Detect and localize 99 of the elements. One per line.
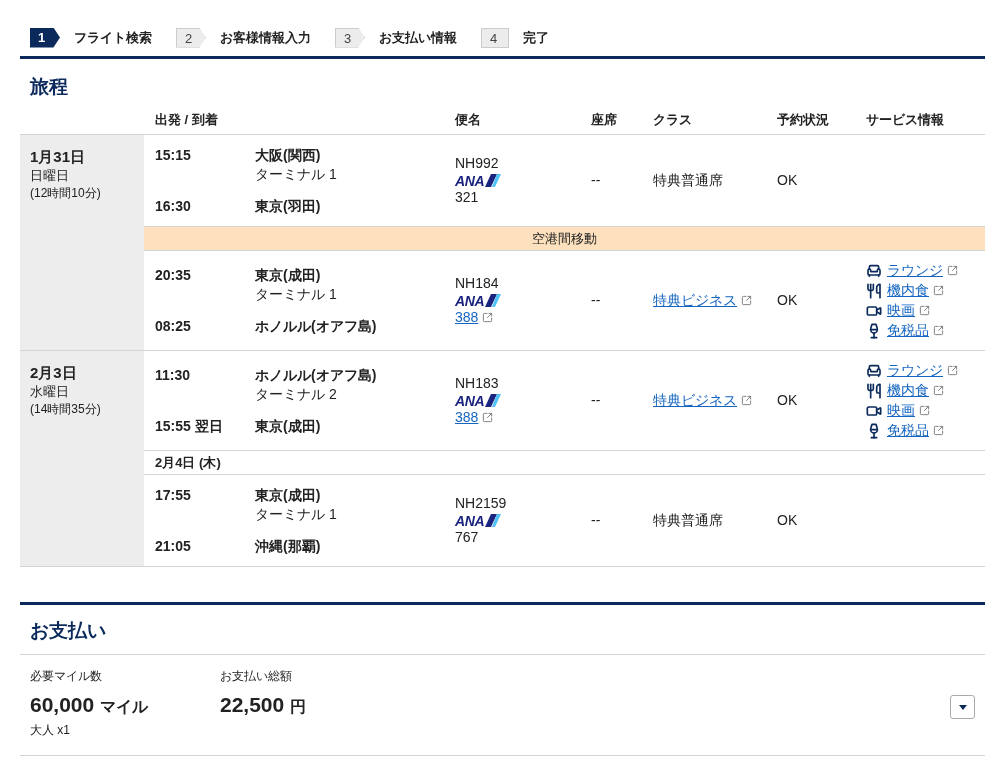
utensils-icon (866, 382, 882, 399)
aircraft-link[interactable]: 388 (455, 408, 479, 427)
arrival-airport: 東京(羽田) (255, 196, 322, 216)
fare-class-link[interactable]: 特典ビジネス (653, 391, 737, 410)
column-header: 座席 (591, 110, 618, 129)
step-number: 3 (335, 27, 365, 48)
column-header: 出発 / 到着 (155, 110, 219, 129)
service-link[interactable]: 免税品 (887, 321, 929, 340)
date: 2月3日 (30, 363, 78, 383)
departure-time: 15:15 (155, 145, 192, 165)
departure-airport: 東京(成田) (255, 485, 322, 505)
flight-number: NH2159 (455, 494, 508, 513)
step-number: 4 (481, 27, 509, 48)
step-label: フライト検索 (74, 28, 152, 47)
seat-value: -- (591, 511, 602, 530)
service-link[interactable]: 機内食 (887, 381, 929, 400)
step-label: お支払い情報 (379, 28, 457, 47)
departure-time: 11:30 (155, 365, 192, 385)
aircraft-link[interactable]: 388 (455, 308, 479, 327)
departure-airport: 大阪(関西) (255, 145, 322, 165)
fare-class: 特典普通席 (653, 171, 724, 190)
miles-amount: 60,000 マイル (30, 692, 150, 718)
step-number: 2 (176, 27, 206, 48)
utensils-icon (866, 282, 882, 299)
external-link-icon (482, 312, 494, 323)
aircraft-type: 767 (455, 528, 480, 547)
total-label: お支払い総額 (220, 668, 293, 685)
terminal: ターミナル 1 (255, 284, 338, 304)
armchair-icon (866, 262, 882, 279)
departure-time: 17:55 (155, 485, 192, 505)
booking-status: OK (777, 291, 799, 310)
airline-logo: ANA (455, 513, 591, 528)
terminal: ターミナル 1 (255, 164, 338, 184)
duration: (12時間10分) (30, 185, 102, 202)
weekday: 日曜日 (30, 167, 70, 185)
arrival-airport: 東京(成田) (255, 416, 322, 436)
terminal: ターミナル 2 (255, 384, 338, 404)
service-link[interactable]: 免税品 (887, 421, 929, 440)
fare-class-link[interactable]: 特典ビジネス (653, 291, 737, 310)
terminal: ターミナル 1 (255, 504, 338, 524)
miles-label: 必要マイル数 (30, 668, 103, 685)
weekday: 水曜日 (30, 383, 70, 401)
date: 1月31日 (30, 147, 87, 167)
departure-airport: ホノルル(オアフ島) (255, 365, 378, 385)
caret-icon (958, 704, 967, 710)
column-header: 便名 (455, 110, 482, 129)
external-link-icon (919, 305, 930, 316)
external-link-icon (741, 395, 752, 406)
armchair-icon (866, 362, 882, 379)
arrival-time: 08:25 (155, 316, 192, 336)
service-link[interactable]: ラウンジ (887, 361, 943, 380)
arrival-time: 21:05 (155, 536, 192, 556)
arrival-airport: 沖縄(那覇) (255, 536, 322, 556)
external-link-icon (947, 365, 958, 376)
column-header: 予約状況 (777, 110, 830, 129)
booking-status: OK (777, 511, 799, 530)
external-link-icon (933, 285, 944, 296)
expand-button[interactable] (950, 695, 975, 719)
departure-airport: 東京(成田) (255, 265, 322, 285)
duration: (14時間35分) (30, 401, 102, 418)
airline-logo: ANA (455, 293, 591, 308)
service-link[interactable]: 映画 (887, 401, 915, 420)
external-link-icon (482, 412, 494, 423)
step-number: 1 (30, 27, 60, 48)
aircraft-type: 321 (455, 188, 480, 207)
next-date-label: 2月4日 (木) (144, 451, 985, 475)
section-title: 旅程 (29, 75, 69, 99)
flight-number: NH183 (455, 374, 500, 393)
booking-status: OK (777, 171, 799, 190)
flight-number: NH184 (455, 274, 500, 293)
service-link[interactable]: ラウンジ (887, 261, 943, 280)
external-link-icon (933, 425, 944, 436)
column-header: クラス (653, 110, 693, 129)
step-label: お客様情報入力 (220, 28, 311, 47)
total-amount: 22,500 円 (220, 692, 307, 718)
airline-logo: ANA (455, 393, 591, 408)
departure-time: 20:35 (155, 265, 192, 285)
arrival-airport: ホノルル(オアフ島) (255, 316, 378, 336)
booking-status: OK (777, 391, 799, 410)
step-label: 完了 (523, 28, 549, 47)
column-header: サービス情報 (866, 110, 945, 129)
transfer-bar: 空港間移動 (144, 227, 985, 251)
section-title: お支払い (20, 605, 985, 655)
external-link-icon (933, 385, 944, 396)
external-link-icon (741, 295, 752, 306)
arrival-time: 16:30 (155, 196, 192, 216)
flight-number: NH992 (455, 154, 500, 173)
seat-value: -- (591, 391, 602, 410)
service-link[interactable]: 映画 (887, 301, 915, 320)
external-link-icon (933, 325, 944, 336)
external-link-icon (919, 405, 930, 416)
external-link-icon (947, 265, 958, 276)
arrival-time: 15:55 翌日 (155, 416, 224, 436)
airline-logo: ANA (455, 173, 591, 188)
passenger-count: 大人 x1 (30, 721, 71, 739)
service-link[interactable]: 機内食 (887, 281, 929, 300)
seat-value: -- (591, 291, 602, 310)
seat-value: -- (591, 171, 602, 190)
fare-class: 特典普通席 (653, 511, 724, 530)
